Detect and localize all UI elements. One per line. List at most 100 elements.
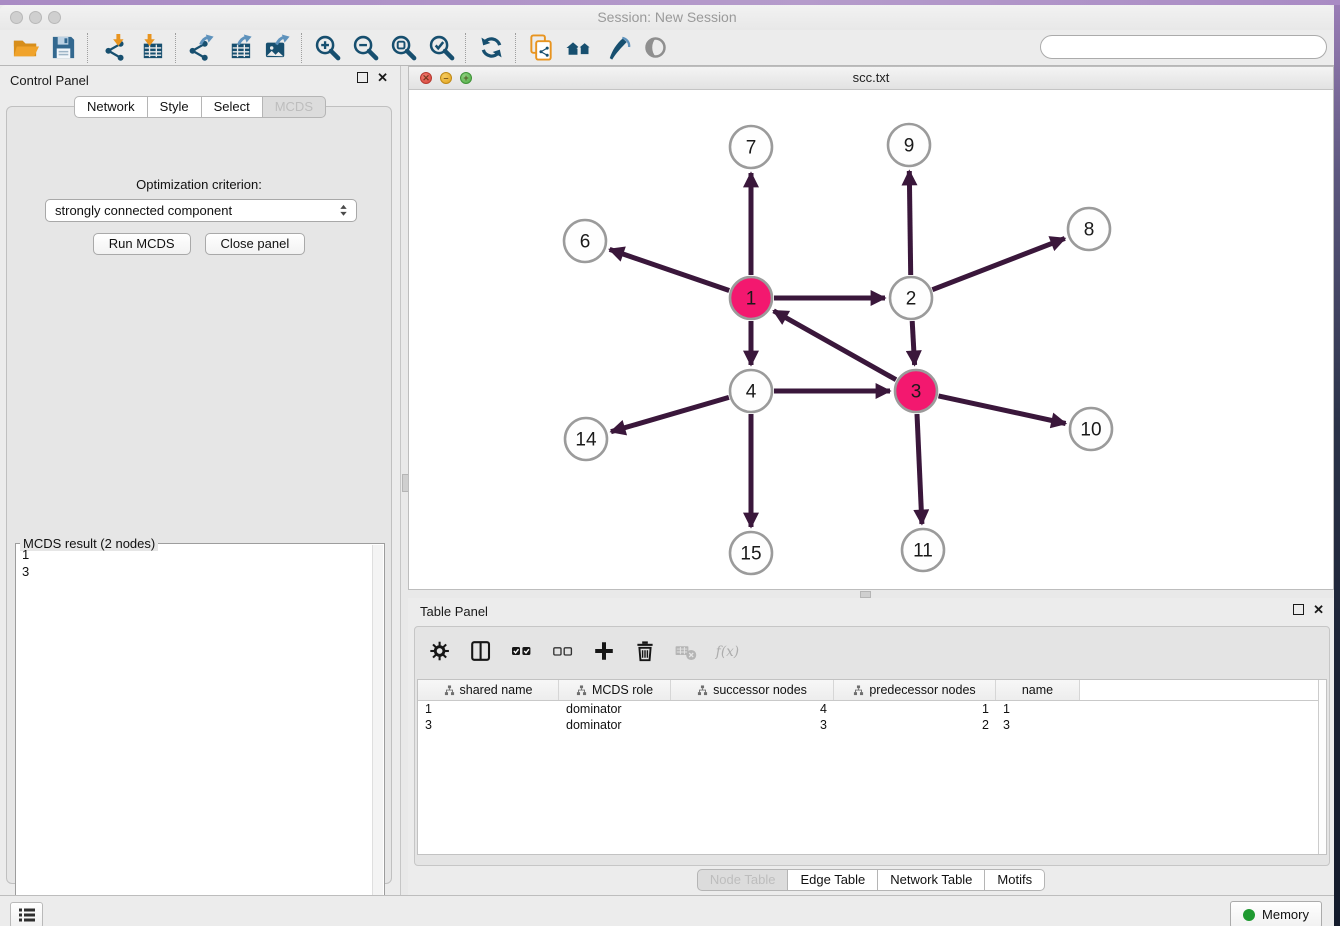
zoom-out-button[interactable] <box>346 32 384 64</box>
select-all-columns-button[interactable] <box>509 637 535 665</box>
panel-list-button[interactable] <box>10 902 43 926</box>
import-network-icon <box>99 33 128 62</box>
desktop-wallpaper-right <box>1334 5 1340 926</box>
tab-select[interactable]: Select <box>202 96 263 118</box>
close-panel-icon[interactable]: ✕ <box>1313 604 1324 615</box>
export-table-button[interactable] <box>220 32 258 64</box>
tab-style[interactable]: Style <box>148 96 202 118</box>
panel-list-icon <box>18 907 36 923</box>
save-session-button[interactable] <box>44 32 82 64</box>
app-titlebar[interactable]: Session: New Session <box>0 5 1334 31</box>
add-column-icon <box>592 639 616 663</box>
table-row[interactable]: 1dominator411 <box>418 701 1326 717</box>
column-type-icon <box>697 685 708 696</box>
function-builder-button: f(x) <box>714 637 740 665</box>
criterion-dropdown[interactable]: strongly connected component <box>45 199 357 222</box>
table-settings-button[interactable] <box>427 637 453 665</box>
select-all-columns-icon <box>510 639 534 663</box>
control-panel-title: Control Panel <box>10 73 89 88</box>
deselect-all-columns-button[interactable] <box>550 637 576 665</box>
column-header-name[interactable]: name <box>996 680 1080 700</box>
zoom-out-icon <box>351 33 380 62</box>
import-table-button[interactable] <box>132 32 170 64</box>
column-header-mcds-role[interactable]: MCDS role <box>559 680 671 700</box>
memory-label: Memory <box>1262 907 1309 922</box>
column-header-shared-name[interactable]: shared name <box>418 680 559 700</box>
tab-network-table[interactable]: Network Table <box>878 869 985 891</box>
table-panel-title: Table Panel <box>420 604 488 619</box>
edge-2-9[interactable] <box>909 171 910 275</box>
delete-column-button[interactable] <box>632 637 658 665</box>
zoom-fit-button[interactable] <box>384 32 422 64</box>
import-network-button[interactable] <box>94 32 132 64</box>
toolbar-separator <box>87 33 89 63</box>
mcds-result-list[interactable]: 13 <box>16 546 372 917</box>
table-panel-header: Table Panel ✕ <box>408 598 1334 624</box>
table-scrollbar[interactable] <box>1318 680 1326 854</box>
float-panel-icon[interactable] <box>357 72 368 83</box>
result-scrollbar[interactable] <box>372 545 383 918</box>
new-network-from-selection-button[interactable] <box>522 32 560 64</box>
refresh-layout-button[interactable] <box>472 32 510 64</box>
close-panel-button[interactable]: Close panel <box>205 233 306 255</box>
node-table: shared name MCDS rolesuccessor nodesprede… <box>417 679 1327 855</box>
table-row[interactable]: 3dominator323 <box>418 717 1326 733</box>
close-panel-icon[interactable]: ✕ <box>377 72 388 83</box>
node-label-8: 8 <box>1084 220 1095 241</box>
tab-node-table[interactable]: Node Table <box>697 869 789 891</box>
node-label-9: 9 <box>904 136 915 157</box>
vertical-splitter[interactable] <box>400 66 408 895</box>
network-canvas[interactable]: 7968124314101511 <box>409 89 1333 589</box>
zoom-fit-icon <box>389 33 418 62</box>
toolbar-separator <box>175 33 177 63</box>
table-cell: 3 <box>418 717 559 733</box>
export-image-icon <box>263 33 292 62</box>
edge-3-1[interactable] <box>774 311 896 380</box>
export-image-button[interactable] <box>258 32 296 64</box>
edge-3-11[interactable] <box>917 414 922 524</box>
svg-text:f(x): f(x) <box>715 644 739 660</box>
apply-style-button[interactable] <box>598 32 636 64</box>
tab-mcds[interactable]: MCDS <box>263 96 326 118</box>
zoom-selected-button[interactable] <box>422 32 460 64</box>
refresh-layout-icon <box>477 33 506 62</box>
node-label-4: 4 <box>746 382 757 403</box>
memory-status-icon <box>1243 909 1255 921</box>
export-network-button[interactable] <box>182 32 220 64</box>
edge-3-10[interactable] <box>939 396 1066 424</box>
float-panel-icon[interactable] <box>1293 604 1304 615</box>
hide-selected-icon <box>641 33 670 62</box>
table-cell: 1 <box>996 701 1080 717</box>
first-neighbors-button[interactable] <box>560 32 598 64</box>
horizontal-splitter[interactable] <box>408 590 1334 598</box>
tab-network[interactable]: Network <box>74 96 148 118</box>
tab-motifs[interactable]: Motifs <box>985 869 1045 891</box>
search-box[interactable] <box>1040 35 1327 59</box>
save-session-icon <box>49 33 78 62</box>
open-session-button[interactable] <box>6 32 44 64</box>
column-layout-button[interactable] <box>468 637 494 665</box>
delete-table-icon <box>674 639 698 663</box>
splitter-handle[interactable] <box>860 591 871 598</box>
table-panel-body: f(x) shared name MCDS rolesuccessor nodes… <box>414 626 1330 866</box>
tab-edge-table[interactable]: Edge Table <box>788 869 878 891</box>
network-title: scc.txt <box>409 70 1333 85</box>
memory-button[interactable]: Memory <box>1230 901 1322 926</box>
zoom-in-button[interactable] <box>308 32 346 64</box>
edge-2-8[interactable] <box>932 238 1064 289</box>
edge-2-3[interactable] <box>912 321 914 365</box>
table-toolbar: f(x) <box>427 634 740 668</box>
edge-1-6[interactable] <box>610 249 730 290</box>
add-column-button[interactable] <box>591 637 617 665</box>
column-header-predecessor-nodes[interactable]: predecessor nodes <box>834 680 996 700</box>
column-header-successor-nodes[interactable]: successor nodes <box>671 680 834 700</box>
run-mcds-button[interactable]: Run MCDS <box>93 233 191 255</box>
network-window-titlebar[interactable]: ✕ – + scc.txt <box>409 67 1333 90</box>
table-cell: 3 <box>671 717 834 733</box>
node-label-7: 7 <box>746 138 757 159</box>
column-label: shared name <box>460 683 533 697</box>
edge-4-14[interactable] <box>611 397 729 431</box>
mcds-panel: Optimization criterion: strongly connect… <box>6 106 392 884</box>
node-label-1: 1 <box>746 289 757 310</box>
search-input[interactable] <box>1040 35 1327 59</box>
